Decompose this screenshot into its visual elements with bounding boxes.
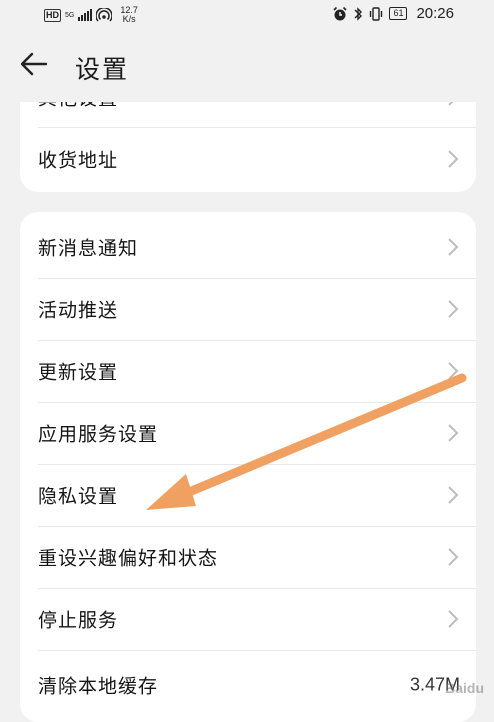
settings-group-main: 新消息通知 活动推送 更新设置 应用服务设置 隐私设置 重设兴趣偏好和状态 停止… <box>20 212 476 722</box>
divider <box>38 650 476 651</box>
settings-item-label: 应用服务设置 <box>38 423 159 446</box>
status-right: 61 20:26 <box>332 5 454 22</box>
signal-icon <box>78 9 93 21</box>
chevron-right-icon <box>448 300 459 318</box>
settings-item-partial[interactable]: 其他设置 <box>20 102 476 128</box>
page-title: 设置 <box>75 55 130 84</box>
chevron-right-icon <box>448 238 459 256</box>
chevron-right-icon <box>448 424 459 442</box>
chevron-right-icon <box>448 548 459 566</box>
chevron-right-icon <box>448 486 459 504</box>
hotspot-icon <box>96 8 113 22</box>
alarm-icon <box>333 6 348 20</box>
settings-item-label: 重设兴趣偏好和状态 <box>38 547 219 570</box>
network-speed: 12.7 K/s <box>120 6 138 24</box>
status-bar: HD 5G 12.7 K/s 61 20:26 <box>0 0 494 30</box>
settings-item-label: 更新设置 <box>38 361 119 384</box>
bluetooth-icon <box>354 6 363 21</box>
settings-item-clear-cache[interactable]: 清除本地缓存 3.47M <box>20 654 476 716</box>
vibrate-icon <box>370 6 383 21</box>
battery-icon: 61 <box>389 7 408 20</box>
settings-item-label: 停止服务 <box>38 609 119 632</box>
hd-badge: HD <box>44 8 61 22</box>
network-label: 5G <box>65 11 75 19</box>
settings-item-stop-service[interactable]: 停止服务 <box>20 588 476 650</box>
settings-item-label: 新消息通知 <box>38 237 139 260</box>
settings-item-address[interactable]: 收货地址 <box>20 128 476 190</box>
app-header: 设置 <box>0 30 494 102</box>
chevron-right-icon <box>448 102 454 106</box>
settings-item-reset-preferences[interactable]: 重设兴趣偏好和状态 <box>20 526 476 588</box>
settings-item-app-services[interactable]: 应用服务设置 <box>20 402 476 464</box>
settings-item-label: 其他设置 <box>38 102 118 111</box>
settings-group-top: 其他设置 收货地址 <box>20 102 476 192</box>
settings-item-label: 清除本地缓存 <box>38 675 159 698</box>
back-arrow-icon[interactable] <box>18 48 50 80</box>
network-type: 5G <box>65 12 74 19</box>
chevron-right-icon <box>448 362 459 380</box>
speed-unit: K/s <box>122 14 136 24</box>
chevron-right-icon <box>448 150 459 168</box>
settings-item-notifications[interactable]: 新消息通知 <box>20 216 476 278</box>
settings-item-label: 隐私设置 <box>38 485 119 508</box>
status-time: 20:26 <box>416 5 454 22</box>
settings-item-privacy[interactable]: 隐私设置 <box>20 464 476 526</box>
settings-item-label: 收货地址 <box>38 149 119 172</box>
settings-item-updates[interactable]: 更新设置 <box>20 340 476 402</box>
settings-item-label: 活动推送 <box>38 299 119 322</box>
watermark: Baidu <box>445 680 484 696</box>
status-left: HD 5G 12.7 K/s <box>44 6 138 24</box>
settings-item-promotions[interactable]: 活动推送 <box>20 278 476 340</box>
chevron-right-icon <box>448 610 459 628</box>
